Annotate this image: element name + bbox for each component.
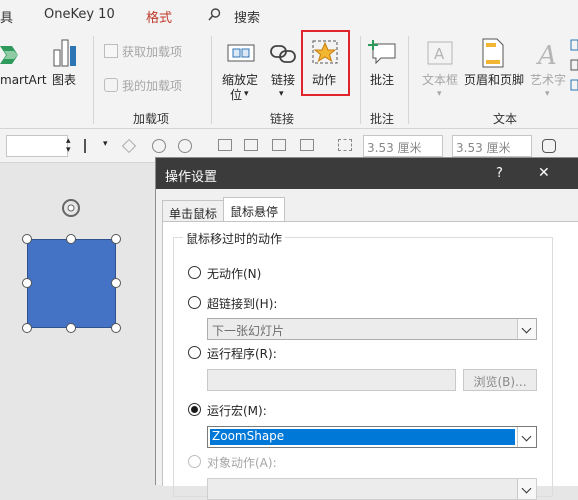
radio-no-action-label[interactable]: 无动作(N) (207, 265, 261, 282)
radio-run-program[interactable] (188, 346, 201, 359)
rotate-handle-icon[interactable] (60, 197, 82, 219)
groupbox-title: 鼠标移过时的动作 (183, 230, 286, 247)
tab-onekey[interactable]: OneKey 10 (44, 7, 115, 22)
rectangle-shape[interactable] (27, 239, 116, 328)
search-icon[interactable] (208, 8, 221, 21)
search-label[interactable]: 搜索 (234, 7, 260, 26)
wordart-icon[interactable]: A (534, 38, 562, 71)
effect-icon[interactable] (542, 139, 556, 153)
chevron-down-icon[interactable]: ▾ (437, 86, 442, 102)
svg-text:A: A (434, 45, 445, 63)
tab-mouse-over[interactable]: 鼠标悬停 (223, 197, 286, 222)
macro-select[interactable]: ZoomShape (207, 426, 537, 448)
chevron-down-icon[interactable] (517, 427, 536, 447)
group-label-text: 文本 (493, 112, 518, 126)
chevron-down-icon[interactable]: ▾ (103, 139, 108, 149)
resize-handle[interactable] (22, 234, 32, 244)
browse-button[interactable]: 浏览(B)... (463, 369, 537, 391)
hyperlink-select-value: 下一张幻灯片 (212, 324, 285, 338)
tab-format[interactable]: 格式 (146, 7, 172, 26)
textbox-icon[interactable]: A (426, 40, 454, 66)
tab-partial[interactable]: 具 (0, 7, 13, 26)
radio-object-action-label[interactable]: 对象动作(A): (207, 454, 277, 471)
chart-label[interactable]: 图表 (52, 72, 76, 88)
help-button[interactable]: ? (496, 166, 503, 181)
shape-fill-icon[interactable] (152, 139, 166, 153)
group-divider (93, 36, 94, 124)
shape-outline-icon[interactable] (178, 139, 192, 153)
font-size-input[interactable] (6, 135, 68, 157)
chevron-down-icon[interactable]: ▾ (244, 86, 249, 102)
radio-run-program-label[interactable]: 运行程序(R): (207, 345, 277, 362)
more-text-tools-icon[interactable] (570, 38, 578, 98)
store-icon (104, 44, 118, 58)
chevron-down-icon[interactable]: ▾ (279, 86, 284, 102)
height-input[interactable]: 3.53 厘米 (363, 135, 443, 157)
group-label-links: 链接 (270, 112, 295, 126)
radio-no-action[interactable] (188, 266, 201, 279)
crop-icon[interactable] (338, 139, 352, 151)
dialog-titlebar[interactable]: 操作设置 ? ✕ (156, 158, 578, 189)
group-divider (408, 36, 409, 124)
close-button[interactable]: ✕ (538, 165, 550, 181)
zoom-icon[interactable] (227, 40, 255, 64)
header-footer-label[interactable]: 页眉和页脚 (464, 72, 524, 88)
rotate-icon[interactable] (122, 139, 136, 153)
radio-hyperlink-label[interactable]: 超链接到(H): (207, 295, 277, 312)
bring-forward-icon[interactable] (244, 139, 258, 151)
svg-text:A: A (536, 41, 557, 68)
ribbon: martArt 图表 获取加载项 我的加载项 加载项 缩放定 位 ▾ 链接 ▾ … (0, 30, 578, 129)
puzzle-icon (104, 78, 118, 92)
resize-handle[interactable] (111, 234, 121, 244)
tab-panel: 鼠标移过时的动作 无动作(N) 超链接到(H): 下一张幻灯片 运行程序(R):… (162, 221, 578, 500)
radio-run-macro[interactable] (188, 403, 201, 416)
object-action-select[interactable] (207, 478, 537, 500)
radio-object-action[interactable] (188, 455, 201, 468)
group-label-comment: 批注 (370, 112, 395, 126)
radio-run-macro-label[interactable]: 运行宏(M): (207, 402, 267, 419)
radio-hyperlink[interactable] (188, 296, 201, 309)
resize-handle[interactable] (22, 323, 32, 333)
my-addins-button[interactable]: 我的加载项 (122, 78, 182, 94)
action-settings-dialog: 操作设置 ? ✕ 单击鼠标 鼠标悬停 鼠标移过时的动作 无动作(N) 超链接到(… (155, 157, 578, 500)
chart-icon[interactable] (52, 38, 78, 68)
action-label[interactable]: 动作 (312, 72, 336, 88)
resize-handle[interactable] (111, 323, 121, 333)
slide-canvas[interactable] (0, 163, 155, 485)
width-value: 3.53 厘米 (456, 141, 511, 155)
group-label-addins: 加载项 (133, 112, 170, 126)
smartart-icon[interactable] (0, 40, 30, 70)
ribbon-tab-bar: 具 OneKey 10 格式 搜索 (0, 0, 578, 30)
selection-pane-icon[interactable] (300, 139, 314, 151)
comment-label[interactable]: 批注 (370, 72, 394, 88)
resize-handle[interactable] (66, 323, 76, 333)
resize-handle[interactable] (66, 234, 76, 244)
zoom-label[interactable]: 缩放定 (222, 72, 258, 88)
align-icon[interactable] (84, 139, 98, 153)
dialog-title: 操作设置 (165, 170, 218, 185)
tab-mouse-click[interactable]: 单击鼠标 (162, 200, 225, 222)
chevron-down-icon[interactable] (517, 479, 536, 499)
group-icon[interactable] (218, 139, 232, 151)
group-divider (360, 36, 361, 124)
height-value: 3.53 厘米 (367, 141, 422, 155)
hyperlink-select[interactable]: 下一张幻灯片 (207, 318, 537, 340)
link-icon[interactable] (270, 42, 298, 66)
get-addins-button[interactable]: 获取加载项 (122, 44, 182, 60)
smartart-label[interactable]: martArt (0, 72, 47, 88)
chevron-down-icon[interactable]: ▾ (545, 86, 550, 102)
header-footer-icon[interactable] (481, 38, 505, 68)
resize-handle[interactable] (111, 278, 121, 288)
resize-handle[interactable] (22, 278, 32, 288)
star-action-icon[interactable] (310, 38, 340, 66)
group-divider (211, 36, 212, 124)
spinner-icon[interactable]: ▴ ▾ (66, 137, 71, 155)
comment-icon[interactable] (367, 38, 397, 66)
width-input[interactable]: 3.53 厘米 (452, 135, 532, 157)
chevron-down-icon[interactable] (517, 319, 536, 339)
program-path-input[interactable] (207, 369, 456, 391)
zoom-label-2[interactable]: 位 (230, 87, 242, 103)
macro-select-value: ZoomShape (212, 429, 285, 443)
send-backward-icon[interactable] (272, 139, 286, 151)
